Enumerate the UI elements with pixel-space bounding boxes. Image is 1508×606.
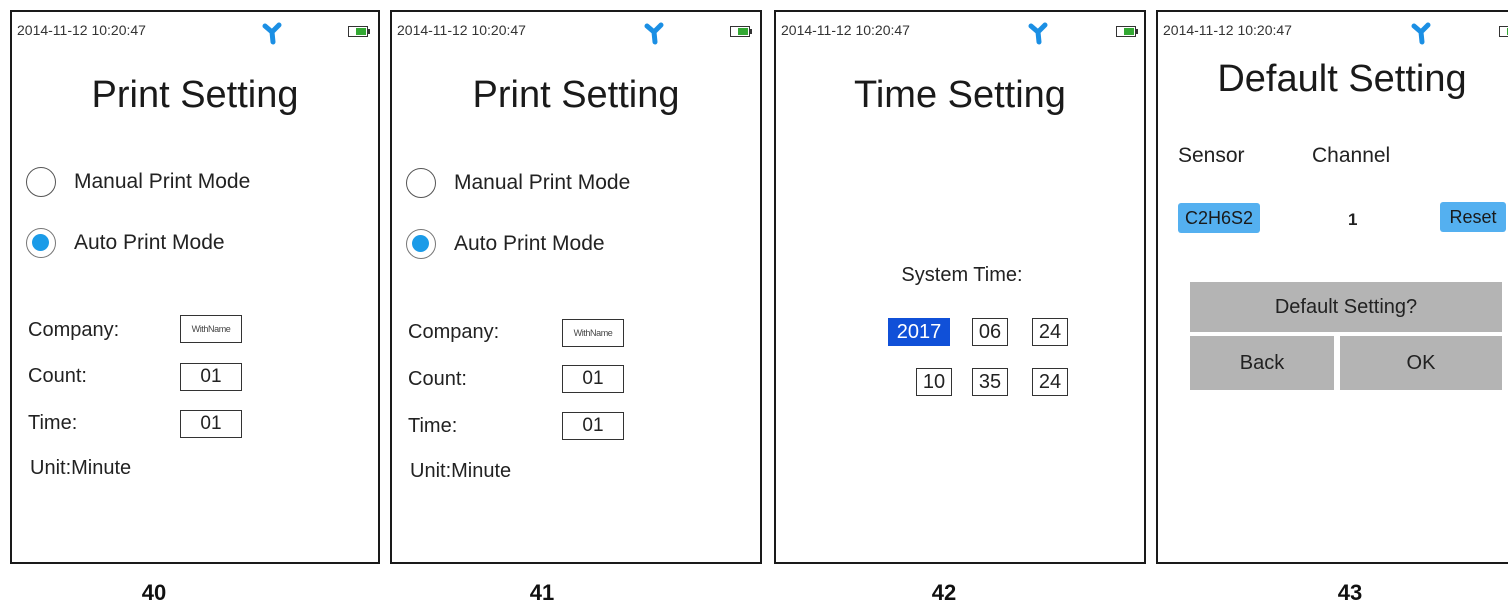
hour-field[interactable]: 10 — [916, 368, 952, 396]
screen-time-setting-42: 2014-11-12 10:20:47 Time Setting System … — [774, 10, 1146, 564]
radio-button[interactable] — [406, 168, 436, 198]
company-field[interactable]: WithName — [180, 315, 242, 343]
confirm-dialog: Default Setting? Back OK — [1190, 282, 1502, 392]
count-label: Count: — [408, 368, 467, 390]
radio-button-selected[interactable] — [406, 229, 436, 259]
status-bar: 2014-11-12 10:20:47 — [776, 12, 1144, 50]
figure-caption-40: 40 — [141, 580, 167, 605]
month-field[interactable]: 06 — [972, 318, 1008, 346]
radio-manual-print-mode[interactable]: Manual Print Mode — [406, 165, 630, 201]
back-button[interactable]: Back — [1190, 336, 1334, 390]
radio-label: Manual Print Mode — [454, 171, 631, 194]
battery-icon — [348, 26, 370, 37]
radio-label: Auto Print Mode — [74, 231, 225, 254]
radio-manual-print-mode[interactable]: Manual Print Mode — [26, 164, 250, 200]
radio-label: Auto Print Mode — [454, 232, 605, 255]
battery-icon — [1116, 26, 1138, 37]
count-label: Count: — [28, 365, 87, 387]
time-label: Time: — [408, 415, 458, 437]
figure-caption-42: 42 — [931, 580, 957, 605]
status-datetime: 2014-11-12 10:20:47 — [17, 22, 146, 38]
second-field[interactable]: 24 — [1032, 368, 1068, 396]
ok-button[interactable]: OK — [1340, 336, 1502, 390]
status-bar: 2014-11-12 10:20:47 — [1158, 12, 1508, 50]
radio-auto-print-mode[interactable]: Auto Print Mode — [26, 225, 225, 261]
sensor-column-header: Sensor — [1178, 144, 1245, 167]
count-field[interactable]: 01 — [562, 365, 624, 393]
page-title: Print Setting — [91, 74, 299, 116]
page-title: Time Setting — [854, 74, 1066, 116]
company-label: Company: — [408, 321, 500, 343]
time-label: Time: — [28, 412, 78, 434]
battery-icon — [1499, 26, 1508, 37]
reset-button[interactable]: Reset — [1440, 202, 1506, 232]
minute-field[interactable]: 35 — [972, 368, 1008, 396]
screen-print-setting-41: 2014-11-12 10:20:47 Print Setting Manual… — [390, 10, 762, 564]
status-datetime: 2014-11-12 10:20:47 — [397, 22, 526, 38]
screen-print-setting-40: 2014-11-12 10:20:47 Print Setting Manual… — [10, 10, 380, 564]
company-label: Company: — [28, 319, 120, 341]
battery-icon — [730, 26, 752, 37]
page-title: Print Setting — [472, 74, 680, 116]
dialog-title: Default Setting? — [1190, 282, 1502, 332]
status-datetime: 2014-11-12 10:20:47 — [781, 22, 910, 38]
bluetooth-icon — [644, 22, 664, 45]
radio-auto-print-mode[interactable]: Auto Print Mode — [406, 226, 605, 262]
year-field[interactable]: 2017 — [888, 318, 950, 346]
day-field[interactable]: 24 — [1032, 318, 1068, 346]
company-field[interactable]: WithName — [562, 319, 624, 347]
status-bar: 2014-11-12 10:20:47 — [392, 12, 760, 50]
screen-default-setting-43: 2014-11-12 10:20:47 Default Setting Sens… — [1156, 10, 1508, 564]
channel-value: 1 — [1348, 210, 1358, 229]
bluetooth-icon — [1028, 22, 1048, 45]
unit-label: Unit:Minute — [30, 457, 132, 479]
unit-label: Unit:Minute — [410, 460, 512, 482]
figure-caption-43: 43 — [1337, 580, 1363, 605]
radio-label: Manual Print Mode — [74, 170, 251, 193]
time-field[interactable]: 01 — [562, 412, 624, 440]
page-title: Default Setting — [1217, 58, 1467, 100]
status-bar: 2014-11-12 10:20:47 — [12, 12, 378, 50]
time-field[interactable]: 01 — [180, 410, 242, 438]
bluetooth-icon — [262, 22, 282, 45]
count-field[interactable]: 01 — [180, 363, 242, 391]
radio-button-selected[interactable] — [26, 228, 56, 258]
status-datetime: 2014-11-12 10:20:47 — [1163, 22, 1292, 38]
bluetooth-icon — [1411, 22, 1431, 45]
system-time-label: System Time: — [901, 264, 1023, 286]
figure-caption-41: 41 — [529, 580, 555, 605]
radio-button[interactable] — [26, 167, 56, 197]
channel-column-header: Channel — [1312, 144, 1391, 167]
sensor-value-chip[interactable]: C2H6S2 — [1178, 203, 1260, 233]
